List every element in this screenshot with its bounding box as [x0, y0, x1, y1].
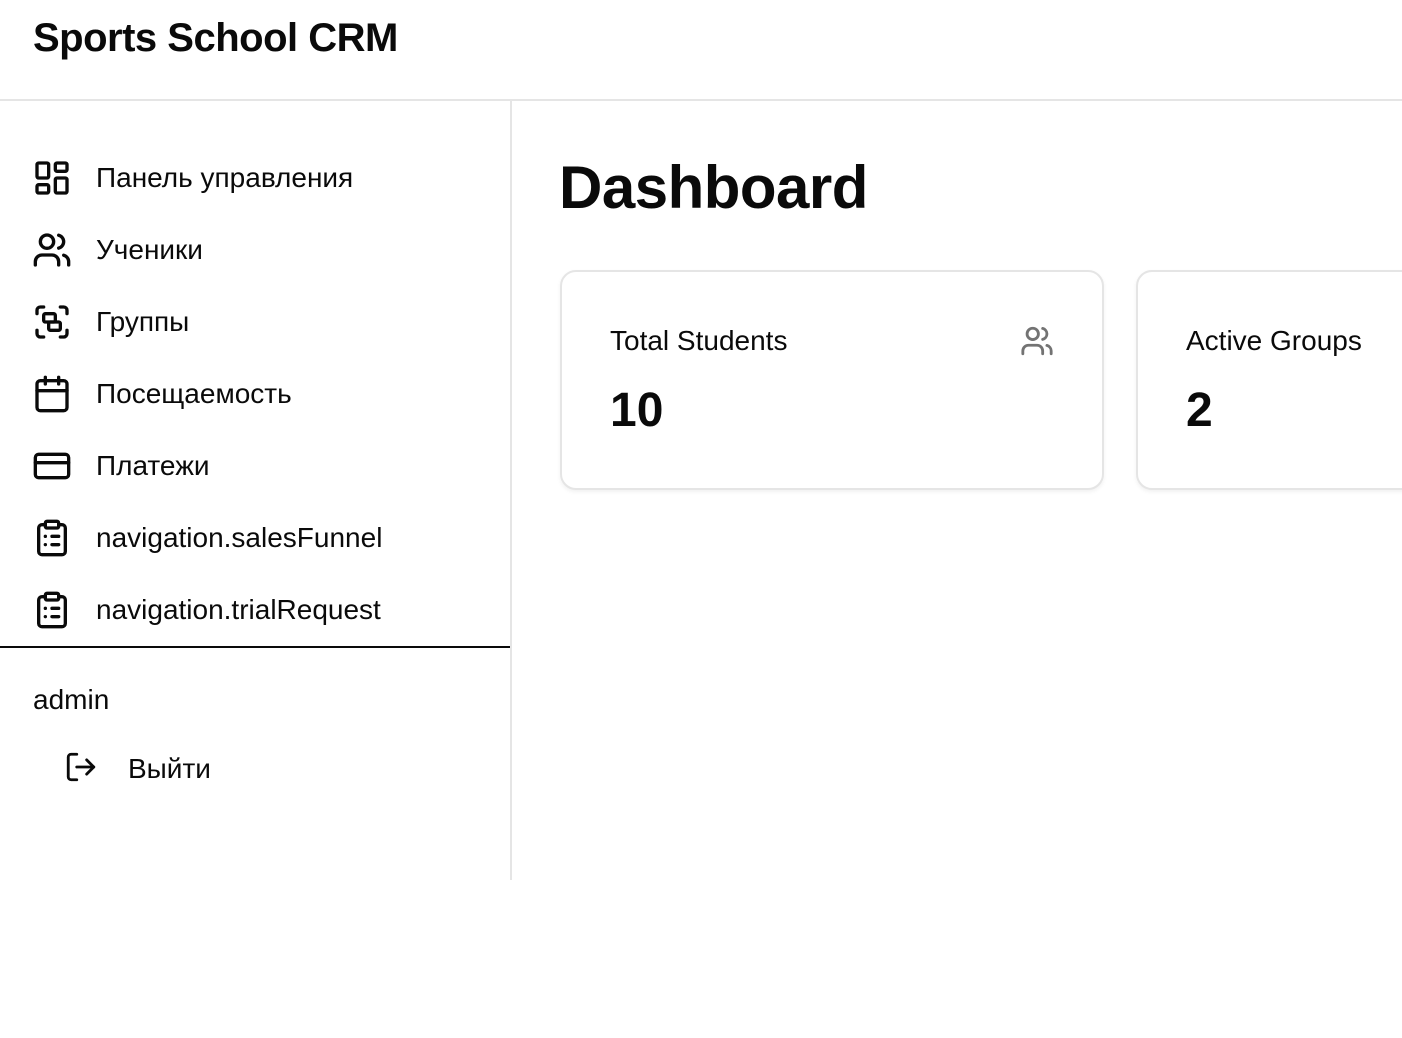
sidebar-item-label: navigation.trialRequest: [96, 594, 381, 625]
logout-label: Выйти: [128, 753, 211, 784]
sidebar-item-label: Группы: [96, 306, 190, 337]
card-value: 2: [1186, 384, 1213, 437]
users-icon: [32, 230, 72, 270]
sidebar-item-label: Посещаемость: [96, 378, 292, 409]
page-title: Dashboard: [559, 154, 868, 221]
clipboard-list-icon: [32, 518, 72, 558]
card-label: Total Students: [610, 325, 788, 356]
sidebar-item-label: Панель управления: [96, 162, 354, 193]
sidebar-item-label: Платежи: [96, 450, 210, 481]
stat-card-active-groups: Active Groups 2: [1136, 270, 1402, 490]
app-title: Sports School CRM: [33, 16, 398, 60]
calendar-icon: [32, 374, 72, 414]
sidebar-item-label: navigation.salesFunnel: [96, 522, 383, 553]
group-icon: [32, 302, 72, 342]
sidebar-item-sales-funnel[interactable]: navigation.salesFunnel: [0, 502, 510, 574]
users-icon: [1020, 324, 1054, 358]
sidebar-nav: Панель управления Ученики Группы Посещае…: [0, 142, 510, 646]
main-content: Dashboard Total Students 10 Active Group…: [512, 101, 1402, 1038]
logout-button[interactable]: Выйти: [64, 749, 211, 789]
log-out-icon: [64, 750, 98, 789]
top-header: Sports School CRM: [0, 0, 1402, 101]
stat-card-total-students: Total Students 10: [560, 270, 1104, 490]
sidebar-item-trial-request[interactable]: navigation.trialRequest: [0, 574, 510, 646]
sidebar-item-groups[interactable]: Группы: [0, 286, 510, 358]
sidebar-divider: [0, 646, 510, 648]
sidebar-item-label: Ученики: [96, 234, 203, 265]
layout-dashboard-icon: [32, 158, 72, 198]
sidebar-item-attendance[interactable]: Посещаемость: [0, 358, 510, 430]
sidebar-item-students[interactable]: Ученики: [0, 214, 510, 286]
user-name: admin: [33, 684, 110, 715]
card-value: 10: [610, 384, 664, 437]
sidebar: Панель управления Ученики Группы Посещае…: [0, 101, 512, 880]
card-label: Active Groups: [1186, 325, 1362, 356]
credit-card-icon: [32, 446, 72, 486]
app-root: Sports School CRM Панель управления Учен…: [0, 0, 1402, 1038]
sidebar-item-payments[interactable]: Платежи: [0, 430, 510, 502]
clipboard-list-icon: [32, 590, 72, 630]
sidebar-item-dashboard[interactable]: Панель управления: [0, 142, 510, 214]
